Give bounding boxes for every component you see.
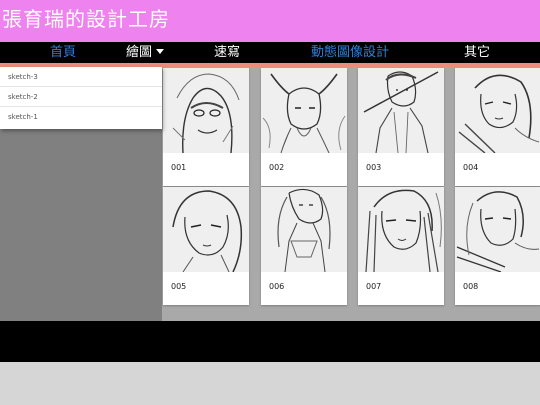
card-label: 002 <box>269 163 285 172</box>
sketch-image <box>163 68 249 153</box>
nav-item-drawing[interactable]: 繪圖 <box>126 42 165 63</box>
dropdown-item-sketch-2[interactable]: sketch-2 <box>0 87 162 107</box>
dropdown-item-sketch-3[interactable]: sketch-3 <box>0 67 162 87</box>
sketch-image <box>163 187 249 272</box>
gallery-card-007[interactable]: 007 <box>358 187 444 305</box>
sketch-thumbnail <box>455 187 540 272</box>
site-header: 張育瑞的設計工房 <box>0 0 540 42</box>
sketch-thumbnail <box>455 68 540 153</box>
main-nav: 首頁 繪圖 速寫 動態圖像設計 其它 <box>0 42 540 63</box>
sketch-image <box>455 187 540 272</box>
caret-down-icon <box>156 49 165 54</box>
gallery-card-008[interactable]: 008 <box>455 187 540 305</box>
sketch-thumbnail <box>163 68 249 153</box>
site-title: 張育瑞的設計工房 <box>2 7 170 31</box>
dropdown-item-sketch-1[interactable]: sketch-1 <box>0 107 162 127</box>
card-label: 003 <box>366 163 382 172</box>
gallery-card-006[interactable]: 006 <box>261 187 347 305</box>
sketch-thumbnail <box>163 187 249 272</box>
sketch-image <box>358 68 444 153</box>
gallery-card-004[interactable]: 004 <box>455 68 540 186</box>
nav-item-home[interactable]: 首頁 <box>50 42 76 63</box>
sketch-image <box>261 68 347 153</box>
gallery-card-005[interactable]: 005 <box>163 187 249 305</box>
sketch-image <box>358 187 444 272</box>
gallery-card-003[interactable]: 003 <box>358 68 444 186</box>
card-label: 005 <box>171 282 187 291</box>
sketch-image <box>261 187 347 272</box>
card-label: 008 <box>463 282 479 291</box>
gallery-card-002[interactable]: 002 <box>261 68 347 186</box>
sketch-thumbnail <box>261 68 347 153</box>
gallery-card-001[interactable]: 001 <box>163 68 249 186</box>
sketch-thumbnail <box>358 187 444 272</box>
nav-item-sketch[interactable]: 速寫 <box>214 42 240 63</box>
sketch-thumbnail <box>261 187 347 272</box>
site-footer <box>0 321 540 362</box>
nav-item-motion-graphics[interactable]: 動態圖像設計 <box>311 42 389 63</box>
sketch-image <box>455 68 540 153</box>
drawing-dropdown-menu: sketch-3 sketch-2 sketch-1 <box>0 67 162 129</box>
sketch-thumbnail <box>358 68 444 153</box>
card-label: 007 <box>366 282 382 291</box>
card-label: 004 <box>463 163 479 172</box>
card-label: 006 <box>269 282 285 291</box>
nav-item-other[interactable]: 其它 <box>464 42 490 63</box>
card-label: 001 <box>171 163 187 172</box>
nav-item-drawing-label: 繪圖 <box>126 45 153 60</box>
